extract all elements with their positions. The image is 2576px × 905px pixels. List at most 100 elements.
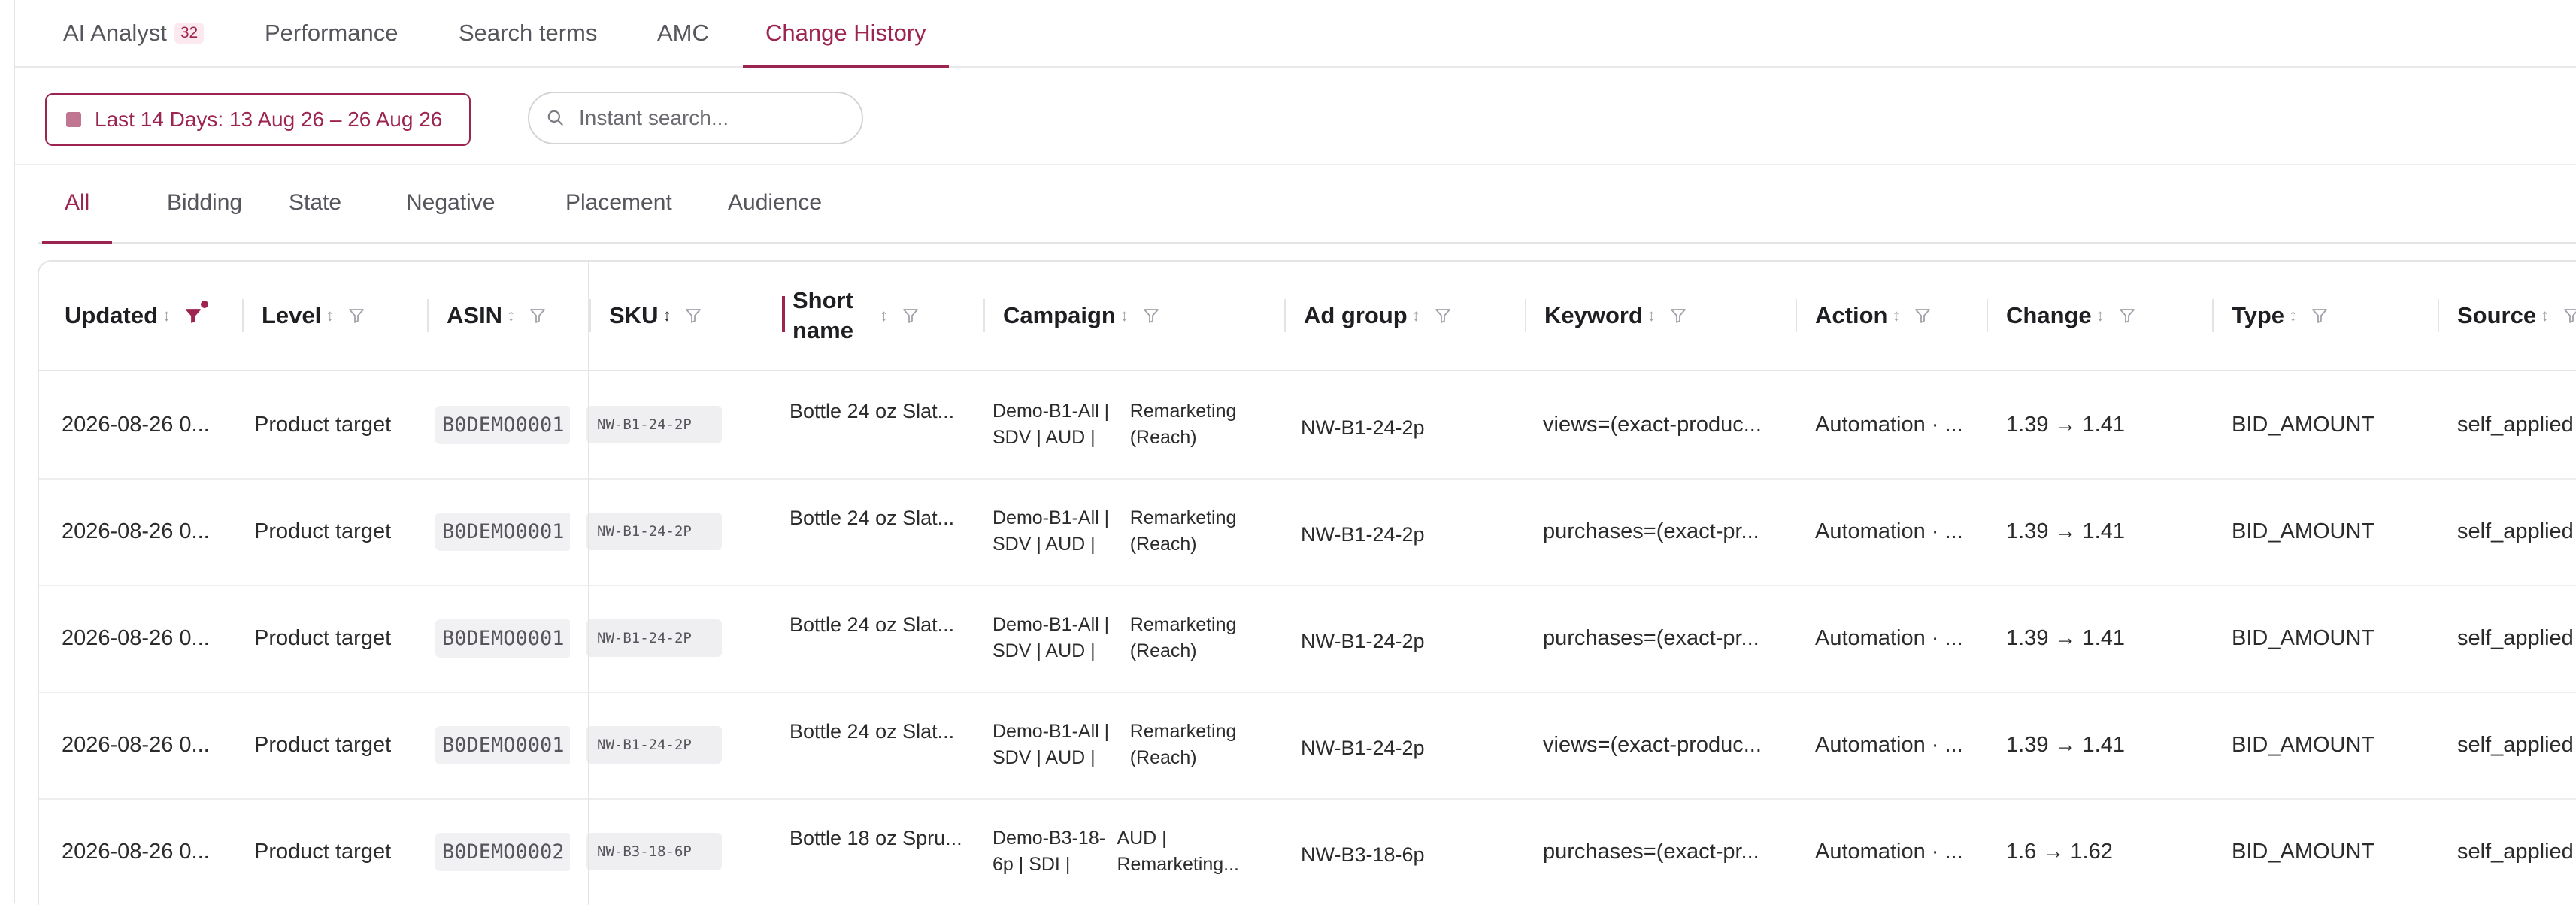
filter-tab-placement[interactable]: Placement <box>565 164 672 242</box>
sort-icon[interactable]: ↕ <box>326 306 334 325</box>
asin-pill[interactable]: B0DEMO0002 <box>435 832 570 871</box>
asin-pill[interactable]: B0DEMO0001 <box>435 619 570 658</box>
filter-icon[interactable] <box>1434 307 1452 325</box>
tab-label: Search terms <box>459 20 598 46</box>
action-cell: Automation · ... <box>1815 412 1963 437</box>
sort-icon[interactable]: ↕ <box>662 306 671 325</box>
filter-tab-state[interactable]: State <box>289 164 341 242</box>
short-name-cell: Bottle 24 oz Slat... <box>789 478 962 585</box>
column-header-level[interactable]: Level ↕ <box>262 262 435 370</box>
sort-icon[interactable]: ↕ <box>1892 306 1900 325</box>
table-row[interactable]: 2026-08-26 0... Product target B0DEMO0001 N… <box>39 585 2576 693</box>
sort-icon[interactable]: ↕ <box>1412 306 1420 325</box>
filter-icon[interactable] <box>184 301 208 325</box>
keyword-cell: purchases=(exact-pr... <box>1543 519 1759 543</box>
short-name-text: Bottle 24 oz Slat... <box>789 613 955 636</box>
asin-pill[interactable]: B0DEMO0001 <box>435 725 570 764</box>
column-header-keyword[interactable]: Keyword ↕ <box>1544 262 1800 370</box>
table-row[interactable]: 2026-08-26 0... Product target B0DEMO0001 N… <box>39 692 2576 800</box>
column-header-ad-group[interactable]: Ad group ↕ <box>1304 262 1529 370</box>
sku-pill[interactable]: NW-B1-24-2P <box>586 619 722 657</box>
column-header-asin[interactable]: ASIN ↕ <box>447 262 597 370</box>
filter-tab-bidding[interactable]: Bidding <box>167 164 242 242</box>
filter-icon[interactable] <box>902 307 920 325</box>
sku-pill[interactable]: NW-B1-24-2P <box>586 513 722 550</box>
asin-cell: B0DEMO0002 <box>435 798 570 905</box>
date-range-label: Last 14 Days: 13 Aug 26 – 26 Aug 26 <box>95 107 443 131</box>
frozen-column-divider <box>588 262 589 905</box>
filter-tab-all[interactable]: All <box>41 164 114 244</box>
filter-icon[interactable] <box>2118 307 2136 325</box>
tab-performance[interactable]: Performance <box>265 0 398 66</box>
column-header-short-name[interactable]: Short name ↕ <box>792 262 988 370</box>
filter-icon[interactable] <box>347 307 365 325</box>
filter-icon[interactable] <box>1669 307 1687 325</box>
asin-pill[interactable]: B0DEMO0001 <box>435 512 570 551</box>
sort-icon[interactable]: ↕ <box>162 306 171 325</box>
tab-amc[interactable]: AMC <box>657 0 709 66</box>
column-header-source[interactable]: Source ↕ <box>2457 262 2576 370</box>
campaign-cell[interactable]: Demo-B1-All | SDV | AUD | Remarketing (Re… <box>983 692 1239 798</box>
sort-icon[interactable]: ↕ <box>2289 306 2297 325</box>
column-header-change[interactable]: Change ↕ <box>2006 262 2217 370</box>
sort-icon[interactable]: ↕ <box>2541 306 2549 325</box>
filter-icon[interactable] <box>1914 307 1932 325</box>
column-header-updated[interactable]: Updated ↕ <box>65 262 253 370</box>
column-separator <box>1987 299 1988 332</box>
tab-search-terms[interactable]: Search terms <box>459 0 597 66</box>
campaign-line-2: Remarketing (Reach) <box>1129 401 1237 448</box>
column-header-sku[interactable]: SKU ↕ <box>609 262 774 370</box>
campaign-cell[interactable]: Demo-B1-All | SDV | AUD | Remarketing (Re… <box>983 478 1239 585</box>
ad-group-cell: NW-B1-24-2p <box>1301 736 1425 759</box>
filter-icon[interactable] <box>2562 307 2576 325</box>
column-resize-handle[interactable] <box>782 296 785 332</box>
table-header: Updated ↕ Level ↕ ASIN ↕ SKU ↕ Short name ↕ Campai… <box>39 262 2576 371</box>
level-cell: Product target <box>254 413 392 437</box>
column-header-label: SKU <box>609 302 659 328</box>
asin-cell: B0DEMO0001 <box>435 371 570 478</box>
filter-icon[interactable] <box>684 307 702 325</box>
level-cell: Product target <box>254 733 392 757</box>
filter-tab-audience[interactable]: Audience <box>728 164 822 242</box>
campaign-line-2: Remarketing (Reach) <box>1129 721 1237 768</box>
sku-pill[interactable]: NW-B3-18-6P <box>586 833 722 870</box>
filter-icon[interactable] <box>529 307 547 325</box>
source-cell: self_applied <box>2457 625 2574 650</box>
asin-pill[interactable]: B0DEMO0001 <box>435 405 570 444</box>
column-header-campaign[interactable]: Campaign ↕ <box>1003 262 1289 370</box>
filter-icon[interactable] <box>2311 307 2329 325</box>
sku-pill[interactable]: NW-B1-24-2P <box>586 726 722 764</box>
column-header-label: ASIN <box>447 302 503 328</box>
campaign-line-1: Demo-B1-All | SDV | AUD | <box>993 614 1110 661</box>
tab-label: Performance <box>265 20 399 46</box>
tab-ai-analyst[interactable]: AI Analyst 32 <box>63 0 205 66</box>
tab-change-history[interactable]: Change History <box>743 0 949 68</box>
change-history-table: Updated ↕ Level ↕ ASIN ↕ SKU ↕ Short name ↕ Campai… <box>38 260 2576 905</box>
filter-tab-negative[interactable]: Negative <box>406 164 495 242</box>
campaign-cell[interactable]: Demo-B1-All | SDV | AUD | Remarketing (Re… <box>983 371 1239 478</box>
campaign-line-1: Demo-B3-18-6p | SDI | <box>993 828 1106 875</box>
filter-icon[interactable] <box>1142 307 1160 325</box>
sort-icon[interactable]: ↕ <box>880 306 888 325</box>
column-header-label: Action <box>1815 302 1888 328</box>
sort-icon[interactable]: ↕ <box>507 306 515 325</box>
table-row[interactable]: 2026-08-26 0... Product target B0DEMO0001 N… <box>39 371 2576 480</box>
campaign-line-1: Demo-B1-All | SDV | AUD | <box>993 721 1110 768</box>
asin-cell: B0DEMO0001 <box>435 585 570 692</box>
sku-pill[interactable]: NW-B1-24-2P <box>586 406 722 443</box>
search-input[interactable] <box>577 105 836 131</box>
campaign-cell[interactable]: Demo-B1-All | SDV | AUD | Remarketing (Re… <box>983 585 1239 692</box>
search-icon <box>547 110 563 126</box>
sort-icon[interactable]: ↕ <box>1647 306 1656 325</box>
campaign-line-2: AUD | Remarketing... <box>1117 828 1239 875</box>
table-row[interactable]: 2026-08-26 0... Product target B0DEMO0001 N… <box>39 478 2576 586</box>
date-range-button[interactable]: Last 14 Days: 13 Aug 26 – 26 Aug 26 <box>45 93 471 146</box>
count-badge: 32 <box>174 23 205 44</box>
campaign-cell[interactable]: Demo-B3-18-6p | SDI | AUD | Remarketing..… <box>983 798 1239 905</box>
table-row[interactable]: 2026-08-26 0... Product target B0DEMO0002 N… <box>39 798 2576 905</box>
sort-icon[interactable]: ↕ <box>1120 306 1129 325</box>
column-header-type[interactable]: Type ↕ <box>2232 262 2442 370</box>
column-header-action[interactable]: Action ↕ <box>1815 262 1996 370</box>
sort-icon[interactable]: ↕ <box>2096 306 2105 325</box>
sku-cell: NW-B1-24-2P <box>586 478 737 585</box>
